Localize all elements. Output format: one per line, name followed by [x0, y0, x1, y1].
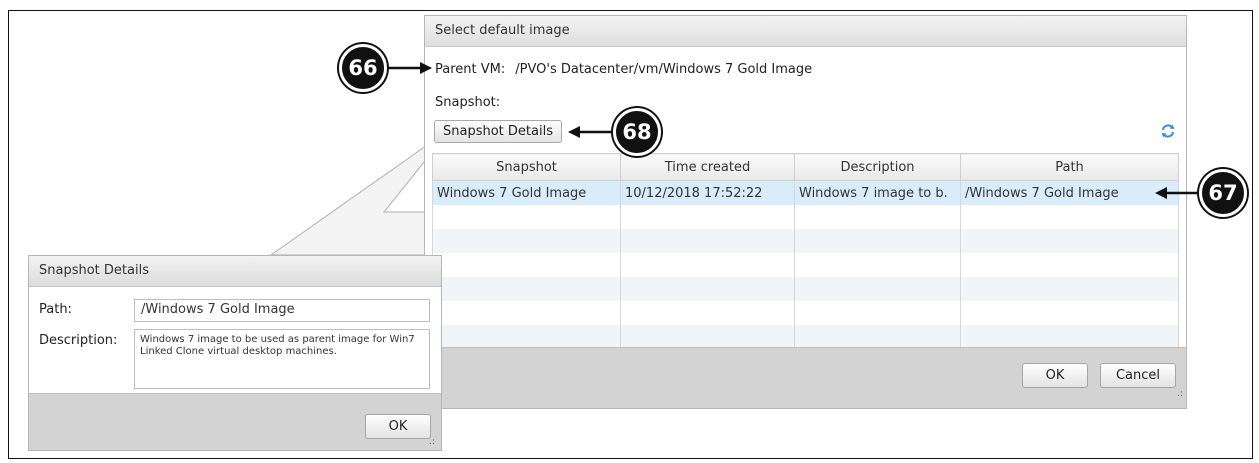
- callout-67: 67: [1199, 169, 1247, 217]
- callout-66: 66: [339, 44, 387, 92]
- callout-arrows: [388, 62, 1199, 199]
- callout-68: 68: [613, 108, 661, 156]
